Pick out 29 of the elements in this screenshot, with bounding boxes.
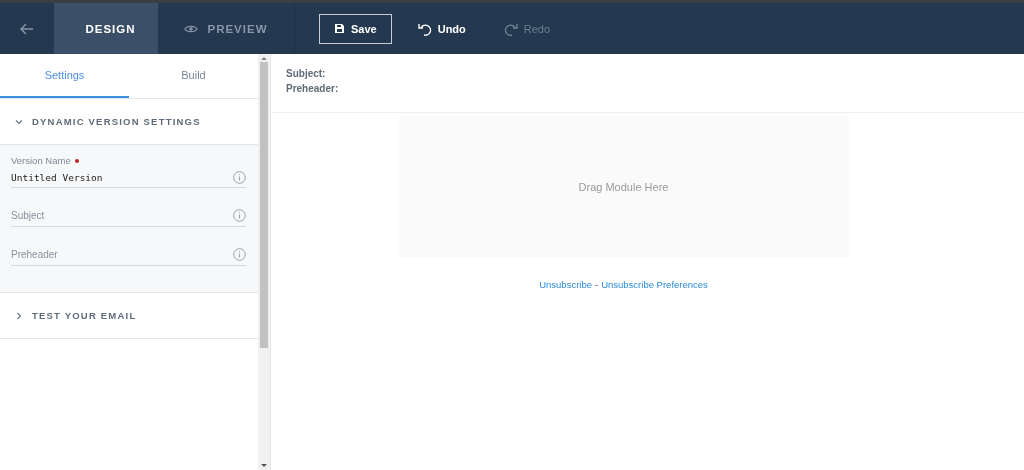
chevron-icon: [15, 311, 23, 320]
redo-icon: [503, 21, 518, 36]
toolbar-button[interactable]: Save: [319, 13, 392, 44]
input-field[interactable]: Preheader: [11, 248, 233, 260]
eye-icon: [184, 23, 199, 34]
section-header[interactable]: TEST YOUR EMAIL: [0, 293, 258, 338]
drop-zone[interactable]: Drag Module Here: [398, 116, 849, 257]
floppy-icon: [334, 23, 345, 34]
footer-link[interactable]: Unsubscribe Preferences: [601, 279, 708, 290]
sidebar-tab[interactable]: Build: [129, 54, 258, 98]
info-icon: [233, 208, 246, 222]
undo-icon: [417, 21, 432, 36]
info-icon: [233, 247, 246, 261]
footer-link[interactable]: Unsubscribe: [539, 279, 592, 290]
info-icon: [233, 171, 246, 184]
separator: -: [595, 279, 599, 290]
scrollbar[interactable]: [258, 54, 270, 470]
sidebar-tab[interactable]: Settings: [0, 54, 129, 98]
mode-tab[interactable]: DESIGN: [54, 3, 158, 54]
toolbar-button[interactable]: Undo: [405, 13, 478, 44]
section-header[interactable]: DYNAMIC VERSION SETTINGS: [0, 99, 258, 144]
chevron-icon: [15, 117, 23, 126]
back-arrow-icon: [20, 22, 34, 35]
header-label: Preheader:: [286, 82, 340, 96]
mode-tab[interactable]: PREVIEW: [158, 3, 294, 54]
input-field[interactable]: Subject: [11, 209, 233, 221]
header-label: Subject:: [286, 67, 327, 81]
field-label: Version Name: [11, 155, 71, 166]
input-field[interactable]: Untitled Version: [11, 172, 233, 183]
